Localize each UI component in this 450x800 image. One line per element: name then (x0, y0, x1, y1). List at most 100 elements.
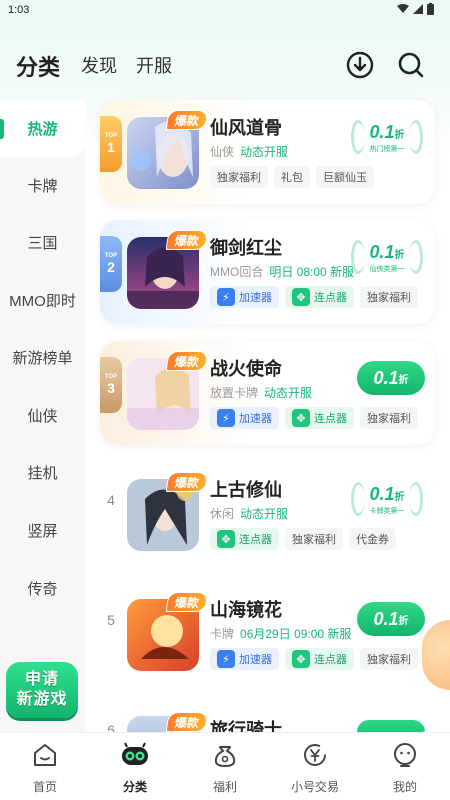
discount-badge: 0.1折 热门榜第一 (349, 118, 425, 160)
sidebar-item-new-games[interactable]: 新游榜单 (0, 329, 85, 386)
hot-tag: 爆款 (165, 351, 209, 371)
game-meta: 仙侠 动态开服 (210, 143, 288, 160)
gamepad-icon: ✥ (217, 530, 235, 548)
game-card[interactable]: TOP 3 爆款 战火使命 放置卡牌 动态开服 0.1 折 ⚡ 加速器 ✥ 连点器 独家… (100, 341, 435, 445)
game-name: 山海镜花 (210, 600, 282, 620)
game-server-status: 动态开服 (264, 386, 313, 400)
sidebar-item-three-kingdoms[interactable]: 三国 (0, 214, 85, 271)
tag-autoclicker[interactable]: ✥ 连点器 (285, 407, 354, 429)
sidebar-item-card[interactable]: 卡牌 (0, 157, 85, 214)
bottom-tab-home[interactable]: 首页 (0, 741, 90, 795)
discount-unit: 折 (394, 492, 405, 503)
sidebar-item-hot[interactable]: 热游 (0, 100, 85, 157)
tag-accelerator[interactable]: ⚡ 加速器 (210, 407, 279, 429)
sidebar-item-xianxia[interactable]: 仙侠 (0, 387, 85, 444)
rank-number: 4 (107, 492, 115, 508)
tag-autoclicker[interactable]: ✥ 连点器 (285, 286, 354, 308)
tag: 礼包 (274, 166, 310, 188)
discount-value: 0.1 (373, 367, 399, 388)
tag-autoclicker[interactable]: ✥ 连点器 (210, 528, 279, 550)
battery-icon (427, 3, 434, 15)
tag: 代金券 (349, 528, 396, 550)
game-name: 御剑红尘 (210, 238, 282, 258)
game-card[interactable]: TOP 2 爆款 御剑红尘 MMO回合 明日 08:00 新服 0.1折 仙侠类第… (100, 220, 435, 324)
tag-row: ✥ 连点器 独家福利 代金券 (210, 528, 396, 550)
apply-new-game-button[interactable]: 申请 新游戏 (6, 662, 78, 718)
tab-category[interactable]: 分类 (16, 50, 60, 82)
discount-unit: 折 (398, 615, 409, 627)
game-genre: 休闲 (210, 507, 235, 521)
bottom-tab-mine[interactable]: 我的 (360, 741, 450, 795)
game-meta: MMO回合 明日 08:00 新服 (210, 263, 354, 280)
game-name: 战火使命 (210, 359, 282, 379)
discount-value: 0.1 (369, 122, 395, 142)
discount-value: 0.1 (369, 484, 395, 504)
search-icon[interactable] (397, 51, 425, 79)
gamepad-icon: ✥ (292, 409, 310, 427)
rank-badge: TOP 3 (100, 357, 122, 413)
download-icon[interactable] (346, 51, 374, 79)
tag-accelerator[interactable]: ⚡ 加速器 (210, 286, 279, 308)
game-genre: MMO回合 (210, 265, 264, 279)
tag: 独家福利 (360, 648, 418, 670)
category-sidebar: 热游 卡牌 三国 MMO即时 新游榜单 仙侠 挂机 竖屏 传奇 (0, 100, 85, 740)
discount-badge: 0.1折 仙侠类第一 (349, 238, 425, 280)
rank-number: 3 (107, 380, 115, 396)
game-name: 旅行骑士 (210, 720, 282, 732)
bottom-tab-trade[interactable]: 小号交易 (270, 741, 360, 795)
tab-new-server[interactable]: 开服 (136, 52, 172, 78)
rank-number: 6 (107, 722, 115, 732)
gamepad-icon: ✥ (292, 650, 310, 668)
tag: 独家福利 (285, 528, 343, 550)
discount-unit: 折 (394, 250, 405, 261)
game-card[interactable]: 4 爆款 上古修仙 休闲 动态开服 0.1折 卡牌类第一 ✥ 连点器 独家福利 代金… (100, 462, 435, 566)
tab-discover[interactable]: 发现 (81, 52, 117, 78)
tag: 独家福利 (360, 407, 418, 429)
discount-unit: 折 (398, 374, 409, 386)
game-card[interactable]: TOP 1 爆款 仙风道骨 仙侠 动态开服 0.1折 热门榜第一 独家福利 礼包 … (100, 100, 435, 204)
wifi-icon (397, 4, 409, 13)
discount-pill: 0.1 折 (357, 602, 425, 636)
apply-line-2: 新游戏 (16, 691, 68, 708)
yen-exchange-icon (304, 744, 326, 766)
gamepad-icon: ✥ (292, 288, 310, 306)
tag: 独家福利 (360, 286, 418, 308)
game-name: 上古修仙 (210, 480, 282, 500)
discount-pill (357, 720, 425, 732)
game-meta: 休闲 动态开服 (210, 505, 288, 522)
game-card[interactable]: 5 爆款 山海镜花 卡牌 06月29日 09:00 新服 0.1 折 ⚡ 加速器 ✥ 连… (100, 582, 435, 686)
discount-value: 0.1 (373, 608, 399, 629)
hot-tag: 爆款 (165, 472, 209, 492)
home-icon (34, 744, 56, 766)
gamepad-icon (122, 742, 148, 765)
rank-number: 5 (107, 612, 115, 628)
sidebar-item-idle[interactable]: 挂机 (0, 444, 85, 501)
tag-accelerator[interactable]: ⚡ 加速器 (210, 648, 279, 670)
game-card[interactable]: 6 爆款 旅行骑士 (100, 702, 435, 732)
status-bar: 1:03 (0, 0, 450, 22)
sidebar-item-mmo[interactable]: MMO即时 (0, 272, 85, 329)
hot-tag: 爆款 (165, 712, 209, 732)
rank-badge: TOP 2 (100, 236, 122, 292)
discount-badge: 0.1折 卡牌类第一 (349, 480, 425, 522)
rank-badge: TOP 1 (100, 116, 122, 172)
tag-autoclicker[interactable]: ✥ 连点器 (285, 648, 354, 670)
bottom-tab-category[interactable]: 分类 (90, 741, 180, 795)
bottom-tab-welfare[interactable]: 福利 (180, 741, 270, 795)
hot-tag: 爆款 (165, 592, 209, 612)
tag: 独家福利 (210, 166, 268, 188)
game-genre: 卡牌 (210, 627, 235, 641)
tag: 巨额仙玉 (316, 166, 374, 188)
apply-line-1: 申请 (24, 671, 59, 688)
game-server-status: 06月29日 09:00 新服 (240, 627, 352, 641)
discount-pill: 0.1 折 (357, 361, 425, 395)
rank-number: 2 (107, 259, 115, 275)
rank-number: 1 (107, 139, 115, 155)
game-meta: 放置卡牌 动态开服 (210, 384, 312, 401)
tag-row: ⚡ 加速器 ✥ 连点器 独家福利 (210, 286, 418, 308)
sidebar-item-legend[interactable]: 传奇 (0, 560, 85, 617)
sidebar-item-vertical[interactable]: 竖屏 (0, 502, 85, 559)
signal-icon (413, 4, 423, 14)
lightning-icon: ⚡ (217, 288, 235, 306)
top-nav: 分类 发现 开服 (0, 40, 450, 90)
